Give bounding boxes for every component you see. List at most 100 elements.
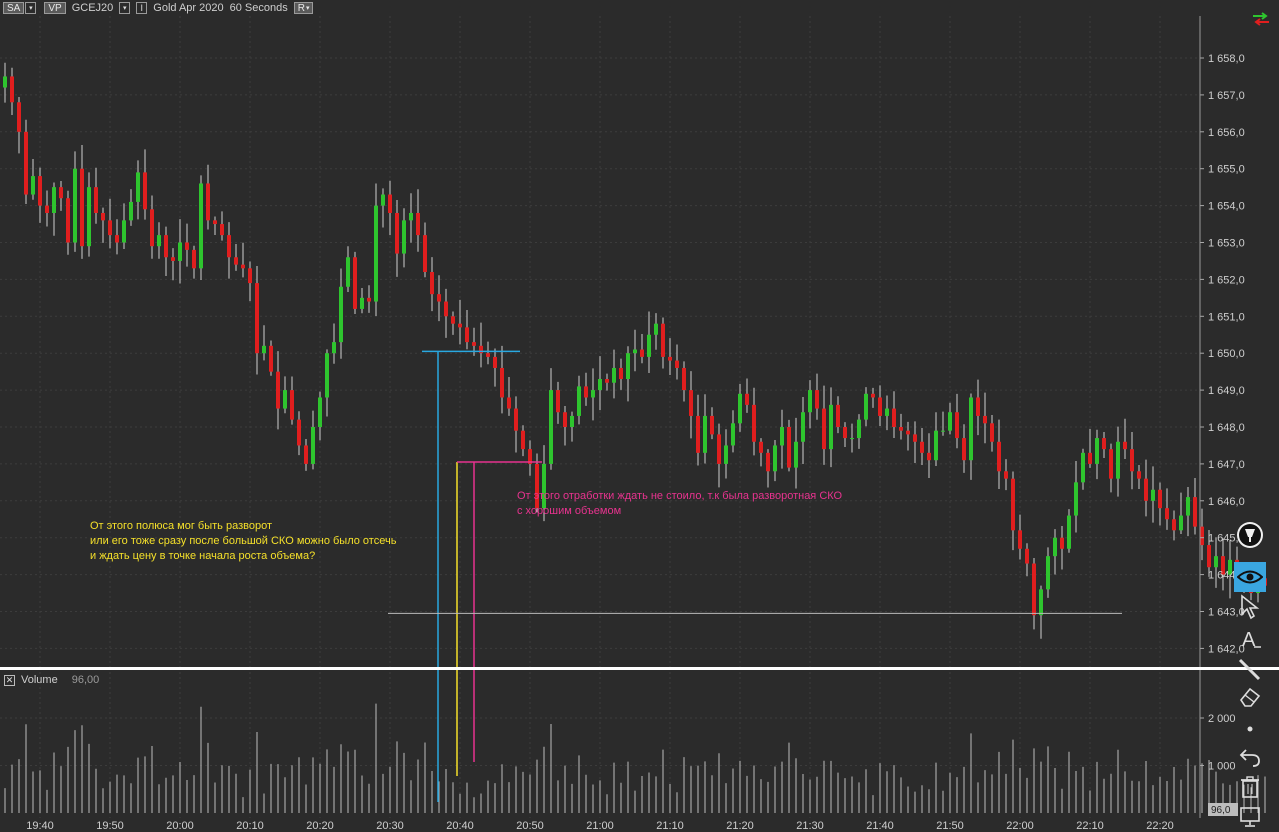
candle-down: [878, 397, 882, 416]
candle-down: [430, 272, 434, 295]
annotation-line: От этого отработки ждать не стоило, т.к …: [517, 490, 843, 502]
volume-axis-label: 2 000: [1208, 713, 1236, 725]
candle-down: [206, 183, 210, 221]
candle-up: [1053, 537, 1057, 557]
candle-up: [612, 367, 616, 383]
candle-down: [17, 102, 21, 132]
candle-down: [710, 415, 714, 435]
candle-up: [1039, 589, 1043, 616]
candle-down: [745, 393, 749, 405]
candle-up: [969, 397, 973, 461]
candle-down: [675, 360, 679, 368]
candle-down: [962, 438, 966, 461]
candle-down: [682, 367, 686, 391]
time-axis-label: 20:20: [306, 820, 334, 830]
candle-up: [318, 397, 322, 427]
candle-down: [227, 235, 231, 258]
vp-button[interactable]: VP: [44, 2, 66, 14]
eraser-icon[interactable]: [1234, 682, 1266, 712]
candle-down: [101, 212, 105, 221]
candle-down: [759, 441, 763, 453]
undo-icon[interactable]: [1234, 742, 1266, 772]
trash-icon[interactable]: [1234, 772, 1266, 802]
candle-down: [1172, 519, 1176, 531]
candle-down: [990, 423, 994, 442]
candle-up: [829, 404, 833, 450]
candle-down: [150, 209, 154, 247]
candle-down: [444, 301, 448, 317]
time-axis-label: 20:50: [516, 820, 544, 830]
pointer-arrow-icon[interactable]: [1234, 592, 1266, 622]
candle-up: [73, 168, 77, 243]
candle-down: [192, 249, 196, 269]
time-axis-label: 21:50: [936, 820, 964, 830]
candle-down: [605, 379, 609, 383]
candle-down: [563, 412, 567, 427]
dot-icon[interactable]: [1234, 714, 1266, 744]
candle-up: [1074, 482, 1078, 516]
i-button[interactable]: I: [136, 2, 148, 14]
candle-up: [325, 353, 329, 398]
candle-down: [80, 168, 84, 247]
symbol-label: GCEJ20: [71, 2, 114, 14]
candle-up: [731, 423, 735, 446]
candle-up: [1095, 438, 1099, 464]
candle-down: [1004, 471, 1008, 479]
candle-down: [1060, 537, 1064, 549]
candle-down: [395, 212, 399, 254]
candle-up: [283, 390, 287, 409]
yellow-annotation: От этого полюса мог быть разворот или ег…: [90, 519, 396, 564]
candle-up: [801, 412, 805, 442]
candle-up: [1214, 556, 1218, 568]
candle-up: [591, 390, 595, 398]
candle-up: [311, 427, 315, 464]
candle-down: [248, 268, 252, 284]
candle-down: [276, 371, 280, 409]
candle-down: [927, 452, 931, 461]
candle-down: [556, 390, 560, 413]
candle-down: [493, 356, 497, 368]
candle-up: [381, 194, 385, 206]
candle-down: [1032, 563, 1036, 616]
sync-arrows-icon[interactable]: [1250, 12, 1272, 26]
candle-up: [199, 183, 203, 269]
price-chart[interactable]: 19:40 19:50 20:00 20:10 20:20 20:30 20:40 20:50…: [0, 0, 1279, 830]
pen-tool-icon[interactable]: [1234, 520, 1266, 550]
candle-down: [1130, 449, 1134, 472]
annotation-line: От этого полюса мог быть разворот: [90, 520, 272, 532]
candle-down: [871, 393, 875, 398]
timeframe-label[interactable]: 60 Seconds: [230, 2, 288, 14]
candle-down: [451, 316, 455, 324]
symbol-dropdown-chevron-icon[interactable]: ▾: [119, 2, 131, 14]
candle-down: [717, 434, 721, 464]
candle-down: [486, 353, 490, 357]
candle-down: [1158, 489, 1162, 509]
candle-down: [10, 76, 14, 103]
candle-down: [416, 212, 420, 236]
candle-down: [640, 349, 644, 357]
monitor-icon[interactable]: [1234, 802, 1266, 832]
price-axis-label: 1 656,0: [1208, 127, 1245, 139]
eye-icon[interactable]: [1234, 562, 1266, 592]
r-chevron-icon: ▾: [305, 5, 310, 12]
volume-axis-label: 1 000: [1208, 761, 1236, 773]
sa-dropdown-chevron-icon[interactable]: ▾: [25, 2, 37, 14]
line-tool-icon[interactable]: [1234, 654, 1266, 684]
candle-down: [59, 187, 63, 199]
candle-down: [920, 441, 924, 453]
candle-up: [773, 445, 777, 472]
candle-up: [647, 334, 651, 357]
candle-down: [388, 194, 392, 213]
candle-up: [549, 390, 553, 464]
price-axis-label: 1 653,0: [1208, 238, 1245, 250]
close-pane-icon[interactable]: ✕: [4, 674, 15, 686]
candle-down: [269, 345, 273, 372]
text-tool-icon[interactable]: A: [1234, 624, 1266, 654]
r-button[interactable]: R ▾: [293, 2, 314, 14]
candle-up: [346, 257, 350, 287]
sa-button[interactable]: SA: [3, 2, 25, 14]
candle-down: [45, 205, 49, 213]
pane-separator: [0, 667, 1279, 670]
candle-up: [577, 386, 581, 416]
price-axis-label: 1 655,0: [1208, 164, 1245, 176]
